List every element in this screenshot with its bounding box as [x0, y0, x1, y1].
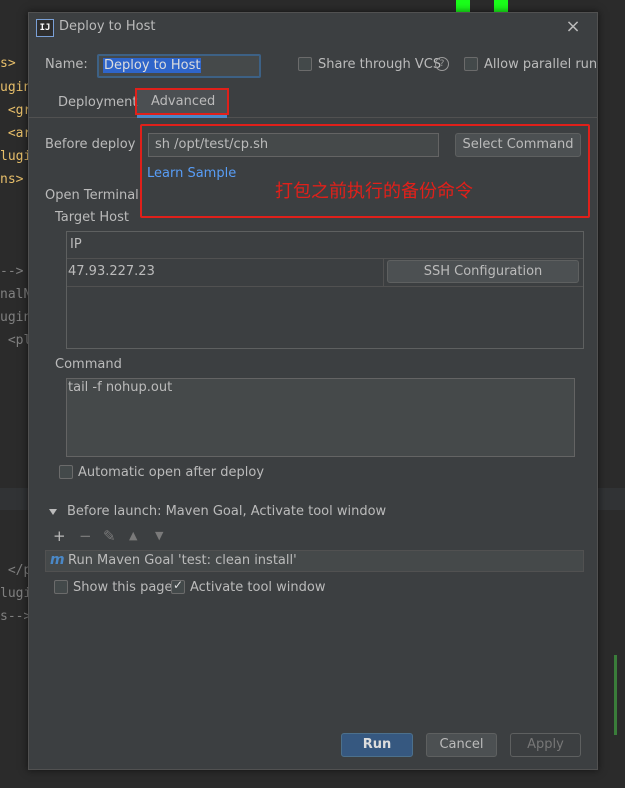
- apply-button[interactable]: Apply: [510, 733, 581, 757]
- activate-tool-label: Activate tool window: [190, 580, 326, 595]
- table-header-divider: [67, 258, 583, 259]
- run-button[interactable]: Run: [341, 733, 413, 757]
- code-line: -->: [0, 264, 24, 279]
- edit-icon[interactable]: ✎: [103, 527, 116, 545]
- ssh-configuration-button[interactable]: SSH Configuration: [387, 260, 579, 283]
- name-input[interactable]: Deploy to Host: [97, 54, 261, 78]
- code-line: ns>: [0, 172, 24, 187]
- share-vcs-label: Share through VCS: [318, 57, 442, 72]
- before-deploy-label: Before deploy: [45, 137, 136, 152]
- command-textarea[interactable]: tail -f nohup.out: [66, 378, 575, 457]
- auto-open-label: Automatic open after deploy: [78, 465, 265, 480]
- before-launch-label[interactable]: Before launch: Maven Goal, Activate tool…: [67, 504, 386, 519]
- deploy-dialog: IJ Deploy to Host × Name: Deploy to Host…: [28, 12, 598, 770]
- advanced-tab-highlight: [135, 88, 229, 115]
- tab-divider: [29, 117, 597, 118]
- editor-scrollbar[interactable]: [614, 655, 617, 735]
- intellij-icon: IJ: [36, 19, 54, 37]
- title-bar: IJ Deploy to Host ×: [29, 13, 597, 43]
- tab-active-indicator: [137, 115, 227, 118]
- green-glyph: [456, 0, 470, 12]
- table-column-divider: [383, 258, 384, 286]
- tab-deployment[interactable]: Deployment: [58, 95, 138, 110]
- code-line: nalN: [0, 287, 32, 302]
- move-down-icon[interactable]: ▼: [155, 529, 163, 542]
- code-line: s-->: [0, 609, 32, 624]
- annotation-highlight-box: [140, 124, 590, 218]
- target-host-label: Target Host: [55, 210, 129, 225]
- allow-parallel-checkbox[interactable]: [464, 57, 478, 71]
- name-label: Name:: [45, 57, 88, 72]
- command-value: tail -f nohup.out: [68, 380, 173, 395]
- maven-icon: m: [50, 552, 65, 568]
- dialog-title: Deploy to Host: [59, 19, 156, 34]
- show-page-checkbox[interactable]: [54, 580, 68, 594]
- target-host-table: IP 47.93.227.23 SSH Configuration: [66, 231, 584, 349]
- command-label: Command: [55, 357, 122, 372]
- code-line: ugin: [0, 310, 32, 325]
- code-line: lugi: [0, 586, 32, 601]
- code-line: lugi: [0, 149, 32, 164]
- chevron-down-icon[interactable]: [49, 509, 57, 515]
- move-up-icon[interactable]: ▲: [129, 529, 137, 542]
- share-vcs-checkbox[interactable]: [298, 57, 312, 71]
- before-launch-item[interactable]: m Run Maven Goal 'test: clean install': [45, 550, 584, 572]
- add-icon[interactable]: +: [53, 527, 66, 545]
- open-terminal-label: Open Terminal: [45, 188, 139, 203]
- code-line: s>: [0, 56, 16, 71]
- auto-open-checkbox[interactable]: [59, 465, 73, 479]
- allow-parallel-label: Allow parallel run: [484, 57, 598, 72]
- before-launch-item-text: Run Maven Goal 'test: clean install': [68, 553, 297, 568]
- activate-tool-checkbox[interactable]: [171, 578, 185, 594]
- code-line: ugin: [0, 80, 32, 95]
- remove-icon[interactable]: −: [79, 527, 92, 545]
- code-line: <pl: [0, 333, 32, 348]
- code-line: </p: [0, 563, 32, 578]
- close-icon[interactable]: ×: [563, 17, 583, 37]
- help-icon[interactable]: ?: [435, 57, 449, 71]
- green-glyph: [494, 0, 508, 12]
- table-row-divider: [67, 286, 583, 287]
- cancel-button[interactable]: Cancel: [426, 733, 497, 757]
- code-line: <gr: [0, 103, 32, 118]
- column-header-ip: IP: [70, 237, 82, 252]
- code-line: <ar: [0, 126, 32, 141]
- show-page-label: Show this page: [73, 580, 173, 595]
- name-input-value: Deploy to Host: [103, 58, 202, 73]
- host-ip-cell[interactable]: 47.93.227.23: [68, 264, 155, 279]
